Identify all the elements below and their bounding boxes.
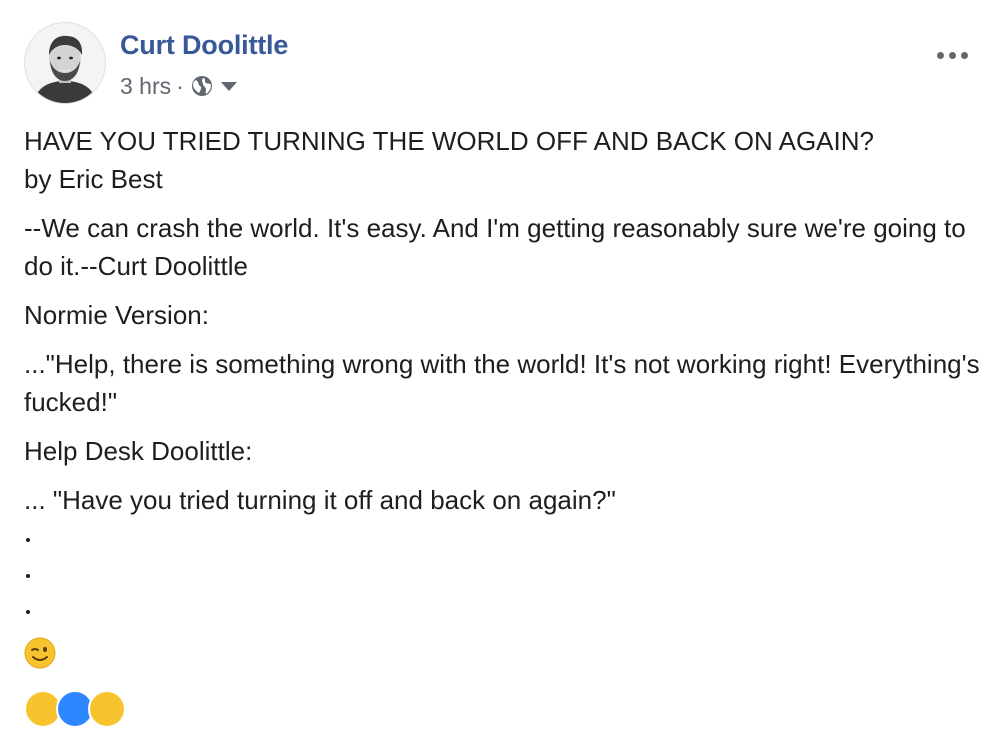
post-timestamp[interactable]: 3 hrs — [120, 73, 171, 100]
author-avatar[interactable] — [24, 22, 106, 104]
post-paragraph: ... "Have you tried turning it off and b… — [24, 485, 616, 515]
trailing-dot — [24, 559, 984, 595]
reaction-icons[interactable] — [24, 690, 126, 730]
globe-icon[interactable] — [190, 74, 214, 98]
caret-down-icon[interactable] — [220, 81, 237, 91]
author-name-link[interactable]: Curt Doolittle — [120, 30, 288, 61]
post-paragraph: --We can crash the world. It's easy. And… — [24, 213, 966, 281]
post-paragraph: Normie Version: — [24, 300, 209, 330]
post-paragraph: ..."Help, there is something wrong with … — [24, 349, 980, 417]
post-meta: 3 hrs · — [120, 72, 237, 100]
post-body: HAVE YOU TRIED TURNING THE WORLD OFF AND… — [24, 122, 984, 679]
more-dot — [937, 52, 944, 59]
post-title-line: HAVE YOU TRIED TURNING THE WORLD OFF AND… — [24, 126, 874, 156]
more-dot — [949, 52, 956, 59]
meta-separator: · — [176, 72, 184, 99]
trailing-dot — [24, 595, 984, 631]
more-dot — [961, 52, 968, 59]
winking-face-emoji — [24, 631, 984, 679]
post-byline: by Eric Best — [24, 164, 163, 194]
post-paragraph-title: HAVE YOU TRIED TURNING THE WORLD OFF AND… — [24, 122, 984, 198]
avatar-portrait-icon — [25, 23, 105, 103]
facebook-post: Curt Doolittle 3 hrs · HAVE YOU TRIED TU… — [0, 0, 1000, 728]
post-paragraph: Help Desk Doolittle: — [24, 436, 253, 466]
wow-reaction-icon — [88, 690, 126, 728]
post-header: Curt Doolittle 3 hrs · — [24, 22, 984, 106]
more-options-icon[interactable] — [937, 52, 968, 59]
trailing-dot — [24, 523, 984, 559]
